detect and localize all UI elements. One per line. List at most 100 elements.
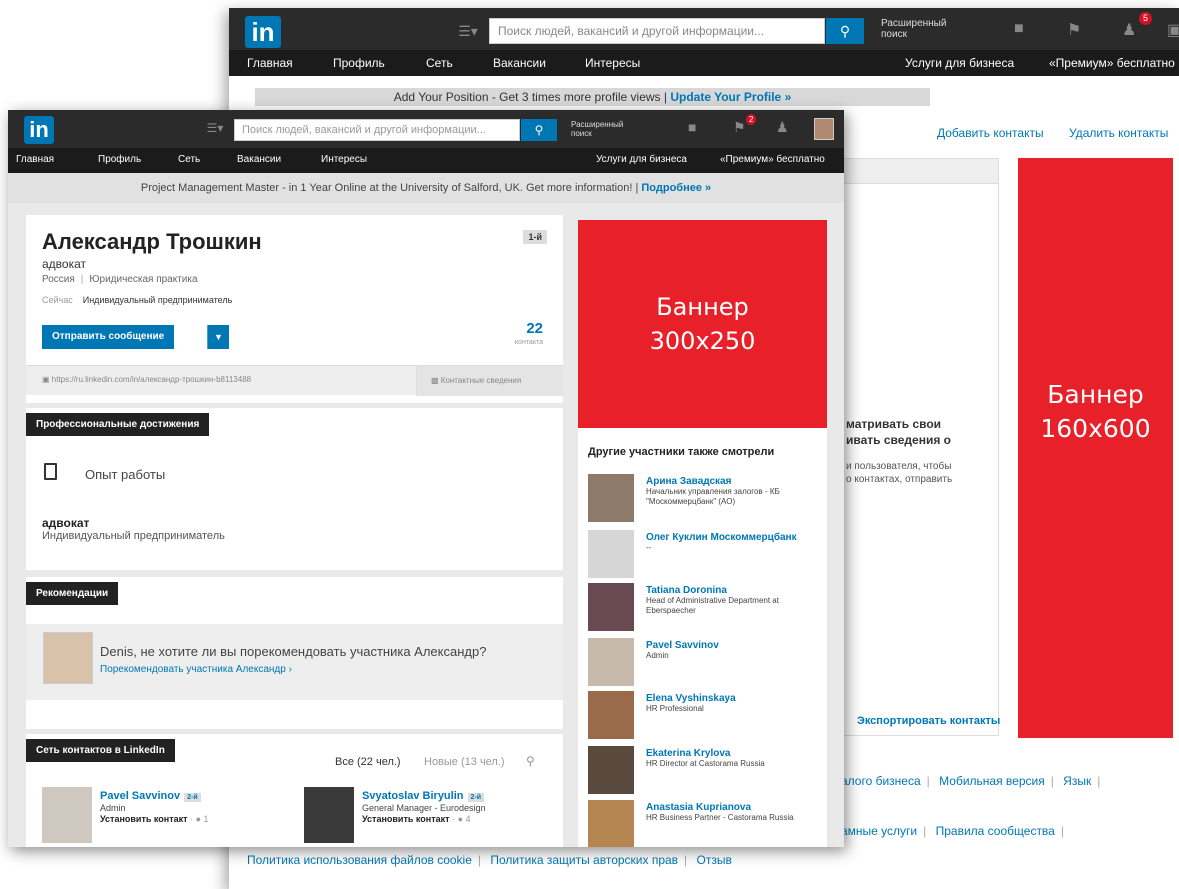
person-photo[interactable] [588,800,634,847]
person-photo[interactable] [42,787,92,843]
document-icon [44,463,57,480]
add-connection-icon[interactable]: ♟ [776,119,789,136]
person-name[interactable]: Anastasia Kuprianova [646,802,751,813]
footer-link[interactable]: алого бизнеса [841,774,921,788]
nav-premium[interactable]: «Премиум» бесплатно [720,154,825,165]
flag-icon[interactable]: ⚑ [733,119,746,136]
linkedin-logo[interactable]: in [245,16,281,48]
contact-info-button[interactable]: ▩ Контактные сведения [416,366,563,396]
person-name[interactable]: Олег Куклин Москоммерцбанк [646,532,797,543]
promo-link[interactable]: Update Your Profile » [670,90,791,104]
person-photo[interactable] [588,474,634,522]
connections-count[interactable]: 22 [526,320,543,337]
avatar[interactable]: ▣ [1167,20,1179,40]
search-icon[interactable]: ⚲ [826,18,864,44]
footer-link[interactable]: амные услуги [841,824,917,838]
nav-network[interactable]: Сеть [178,154,200,165]
industry-link[interactable]: Юридическая практика [89,274,197,285]
messages-icon[interactable]: ■ [1014,20,1024,38]
nav-premium[interactable]: «Премиум» бесплатно [1049,56,1175,70]
achievements-section: Профессиональные достижения Опыт работы … [26,408,563,570]
advanced-search-link[interactable]: Расширенный поиск [881,18,946,40]
avatar[interactable] [814,118,834,140]
also-viewed-panel: Другие участники также смотрели Арина За… [578,428,827,847]
search-input[interactable]: Поиск людей, вакансий и другой информаци… [489,18,825,44]
banner-line: 160x600 [1040,414,1151,443]
footer-link[interactable]: Правила сообщества [936,824,1055,838]
nav-home[interactable]: Главная [247,56,293,70]
person-name[interactable]: Ekaterina Krylova [646,748,731,759]
nav-business[interactable]: Услуги для бизнеса [905,56,1014,70]
foreground-screenshot: in ☰▾ Поиск людей, вакансий и другой инф… [8,110,844,847]
person-photo[interactable] [588,638,634,686]
network-section: Сеть контактов в LinkedIn Все (22 чел.) … [26,734,563,847]
add-contacts-link[interactable]: Добавить контакты [937,126,1044,140]
fragment-line: ивать сведения о [846,433,952,447]
messages-icon[interactable]: ■ [688,119,696,135]
export-contacts-link[interactable]: Экспортировать контакты [857,715,1000,727]
nav-business[interactable]: Услуги для бизнеса [596,154,687,165]
recommend-link[interactable]: Порекомендовать участника Александр › [100,664,292,675]
section-heading: Профессиональные достижения [26,413,210,436]
chevron-down-icon[interactable]: ▼ [207,325,229,349]
person-name[interactable]: Svyatoslav Biryulin [362,790,464,802]
person-name-line: Svyatoslav Biryulin 2-й [362,790,485,802]
flag-icon[interactable]: ⚑ [1067,20,1081,40]
nav-profile[interactable]: Профиль [333,56,385,70]
footer-link[interactable]: Отзыв [697,853,732,867]
person-photo[interactable] [304,787,354,843]
send-message-button[interactable]: Отправить сообщение [42,325,175,349]
menu-icon[interactable]: ☰▾ [200,121,230,139]
advanced-search-link[interactable]: Расширенный поиск [571,120,623,138]
footer-link[interactable]: Политика использования файлов cookie [247,853,472,867]
location-link[interactable]: Россия [42,274,75,285]
profile-url-text: https://ru.linkedin.com/in/александр-тро… [51,375,252,384]
top-bar: in ☰▾ Поиск людей, вакансий и другой инф… [8,110,844,148]
person-name[interactable]: Tatiana Doronina [646,585,727,596]
job-organization: Индивидуальный предприниматель [42,530,225,542]
job-title: адвокат [42,516,90,530]
connect-link[interactable]: Установить контакт [100,814,188,824]
search-icon[interactable]: ⚲ [521,119,557,141]
nav-home[interactable]: Главная [16,154,54,165]
nav-interests[interactable]: Интересы [585,56,640,70]
person-photo[interactable] [588,746,634,794]
profile-url[interactable]: ▣ https://ru.linkedin.com/in/александр-т… [42,375,251,384]
main-nav: Главная Профиль Сеть Вакансии Интересы У… [8,148,844,173]
footer-link[interactable]: Мобильная версия [939,774,1045,788]
search-input[interactable]: Поиск людей, вакансий и другой информаци… [234,119,520,141]
connections-label: контакта [514,339,543,346]
person-photo[interactable] [588,583,634,631]
banner-line: Баннер [1047,380,1144,409]
logo-text: in [251,17,275,47]
person-photo[interactable] [588,530,634,578]
profile-name: Александр Трошкин [42,229,262,254]
person-title: General Manager - Eurodesign [362,803,486,813]
promo-link[interactable]: Подробнее » [641,182,711,194]
person-name[interactable]: Pavel Savvinov [646,640,719,651]
footer-link[interactable]: Язык [1063,774,1091,788]
menu-icon[interactable]: ☰▾ [451,20,485,42]
current-label: Сейчас [42,295,73,305]
avatar [43,632,93,684]
section-heading: Рекомендации [26,582,119,605]
person-name[interactable]: Pavel Savvinov [100,790,180,802]
nav-profile[interactable]: Профиль [98,154,141,165]
person-photo[interactable] [588,691,634,739]
nav-network[interactable]: Сеть [426,56,453,70]
person-name[interactable]: Арина Завадская [646,476,731,487]
search-icon[interactable]: ⚲ [526,754,535,768]
shared-count: 4 [465,814,471,824]
filter-new[interactable]: Новые (13 чел.) [424,756,505,768]
nav-interests[interactable]: Интересы [321,154,367,165]
linkedin-logo[interactable]: in [24,116,54,144]
footer-link[interactable]: Политика защиты авторских прав [490,853,678,867]
person-name[interactable]: Elena Vyshinskaya [646,693,736,704]
nav-jobs[interactable]: Вакансии [493,56,546,70]
add-connection-icon[interactable]: ♟ [1122,20,1136,40]
connect-line: Установить контакт · ● 1 [100,814,209,824]
filter-all[interactable]: Все (22 чел.) [335,756,401,768]
remove-contacts-link[interactable]: Удалить контакты [1069,126,1168,140]
connect-link[interactable]: Установить контакт [362,814,450,824]
nav-jobs[interactable]: Вакансии [237,154,281,165]
